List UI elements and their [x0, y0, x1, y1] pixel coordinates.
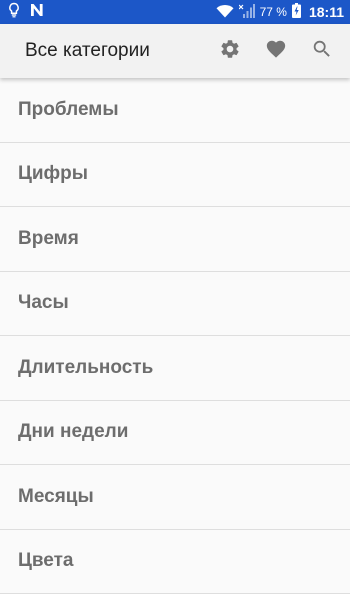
app-bar-actions: [198, 37, 336, 65]
list-item-months[interactable]: Месяцы: [0, 465, 350, 530]
page-title: Все категории: [25, 40, 150, 62]
gear-icon: [219, 38, 241, 65]
battery-percent: 77 %: [260, 5, 287, 19]
wifi-icon: [216, 4, 234, 21]
battery-charging-icon: [292, 3, 301, 21]
list-item-duration[interactable]: Длительность: [0, 336, 350, 401]
search-icon: [311, 38, 333, 65]
signal-icon: [239, 4, 255, 21]
list-item-label: Проблемы: [18, 99, 119, 121]
list-item-label: Длительность: [18, 357, 153, 379]
status-time: 18:11: [309, 4, 344, 20]
status-right-icons: 77 % 18:11: [216, 3, 344, 21]
settings-button[interactable]: [216, 37, 244, 65]
list-item-label: Месяцы: [18, 486, 94, 508]
list-item-label: Время: [18, 228, 79, 250]
list-item-weekdays[interactable]: Дни недели: [0, 401, 350, 466]
list-item-time[interactable]: Время: [0, 207, 350, 272]
status-left-icons: [8, 2, 44, 23]
list-item-colors[interactable]: Цвета: [0, 530, 350, 594]
list-item-label: Дни недели: [18, 421, 128, 443]
list-item-label: Цифры: [18, 163, 88, 185]
lightbulb-icon: [8, 2, 20, 23]
n-notification-icon: [30, 3, 44, 22]
list-item-hours[interactable]: Часы: [0, 272, 350, 337]
search-button[interactable]: [308, 37, 336, 65]
list-item-problems[interactable]: Проблемы: [0, 78, 350, 143]
heart-icon: [265, 38, 287, 65]
list-item-label: Часы: [18, 292, 69, 314]
app-bar: Все категории: [0, 24, 350, 78]
list-item-label: Цвета: [18, 550, 74, 572]
category-list: Проблемы Цифры Время Часы Длительность Д…: [0, 78, 350, 594]
list-item-numbers[interactable]: Цифры: [0, 143, 350, 208]
favorites-button[interactable]: [262, 37, 290, 65]
status-bar: 77 % 18:11: [0, 0, 350, 24]
